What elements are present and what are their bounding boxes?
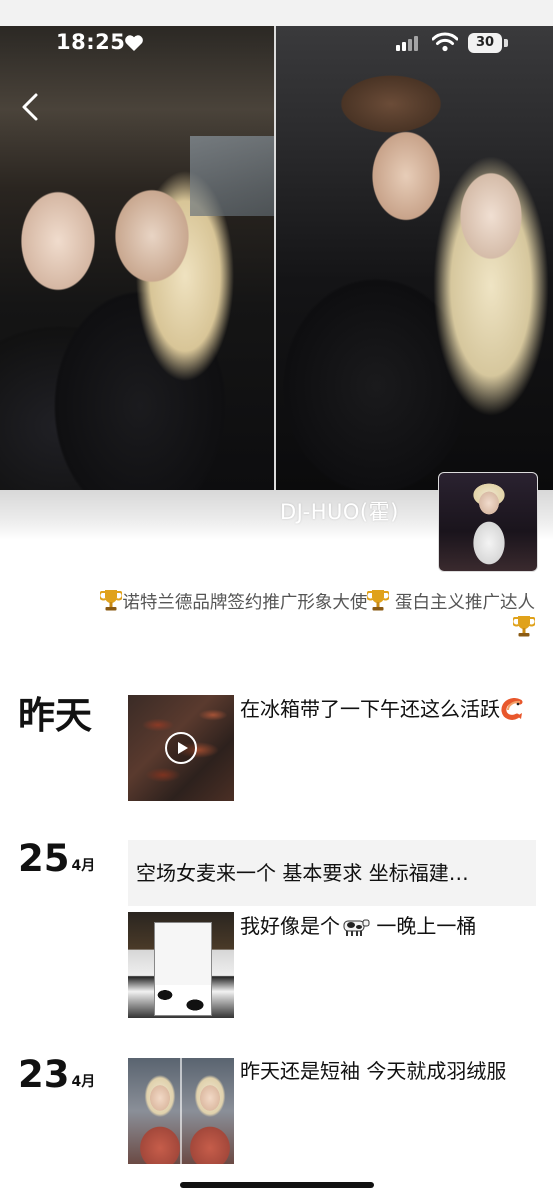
feed-month: 4月 (71, 858, 96, 874)
feed-day: 昨天 (18, 694, 92, 737)
battery-nub (504, 39, 508, 47)
battery-indicator: 30 (468, 33, 510, 53)
shrimp-icon (501, 698, 523, 720)
feed-caption[interactable]: 昨天还是短袖 今天就成羽绒服 (240, 1058, 530, 1085)
status-bar: 18:25 30 (0, 26, 553, 60)
wifi-icon (432, 32, 458, 52)
feed-caption[interactable]: 我好像是个 一晚上一桶 (240, 913, 530, 940)
feed-caption-text: 昨天还是短袖 今天就成羽绒服 (240, 1059, 507, 1083)
feed-thumbnail-photos[interactable] (128, 1058, 234, 1164)
thumbnail-split (180, 1058, 182, 1164)
feed-thumbnail-milk[interactable] (128, 912, 234, 1018)
home-indicator[interactable] (180, 1182, 374, 1188)
avatar[interactable] (438, 472, 538, 572)
cow-icon (343, 919, 370, 936)
car-window (190, 136, 274, 216)
carton-pattern (155, 985, 211, 1015)
trophy-icon (367, 590, 390, 611)
play-icon[interactable] (165, 732, 197, 764)
feed-caption-text: 我好像是个 (240, 914, 340, 938)
heart-icon (125, 35, 143, 51)
feed-caption-text-2: 一晚上一桶 (370, 914, 477, 938)
battery-level: 30 (475, 35, 495, 50)
cover-photo[interactable] (0, 26, 553, 490)
bio-text-1: 诺特兰德品牌签约推广形象大使 (122, 593, 368, 613)
bio-line-1: 诺特兰德品牌签约推广形象大使 蛋白主义推广达人 (100, 588, 535, 614)
feed-text-post[interactable]: 空场女麦来一个 基本要求 坐标福建… (128, 840, 536, 906)
feed-day: 25 (18, 837, 70, 880)
feed-caption[interactable]: 在冰箱带了一下午还这么活跃 (240, 696, 530, 723)
feed-caption-text: 在冰箱带了一下午还这么活跃 (240, 697, 500, 721)
feed-date-23: 23 4月 (18, 1056, 95, 1093)
chevron-left-icon[interactable] (18, 92, 44, 122)
feed-day: 23 (18, 1053, 70, 1096)
bio-text-2: 蛋白主义推广达人 (395, 593, 535, 613)
cover-photo-right (276, 26, 553, 490)
trophy-icon (100, 590, 123, 611)
status-time: 18:25 (56, 30, 126, 54)
feed-month: 4月 (71, 1074, 96, 1090)
bio-line-2 (513, 614, 535, 639)
feed-thumbnail-video[interactable] (128, 695, 234, 801)
feed-date-25: 25 4月 (18, 840, 95, 877)
milk-carton (154, 922, 212, 1016)
profile-username: DJ-HUO(霍) (280, 500, 399, 524)
feed-date-yesterday: 昨天 (18, 697, 92, 734)
cellular-signal-icon (396, 36, 418, 51)
top-strip (0, 0, 553, 26)
trophy-icon (513, 616, 535, 637)
feed-text-post-content: 空场女麦来一个 基本要求 坐标福建… (136, 861, 469, 885)
